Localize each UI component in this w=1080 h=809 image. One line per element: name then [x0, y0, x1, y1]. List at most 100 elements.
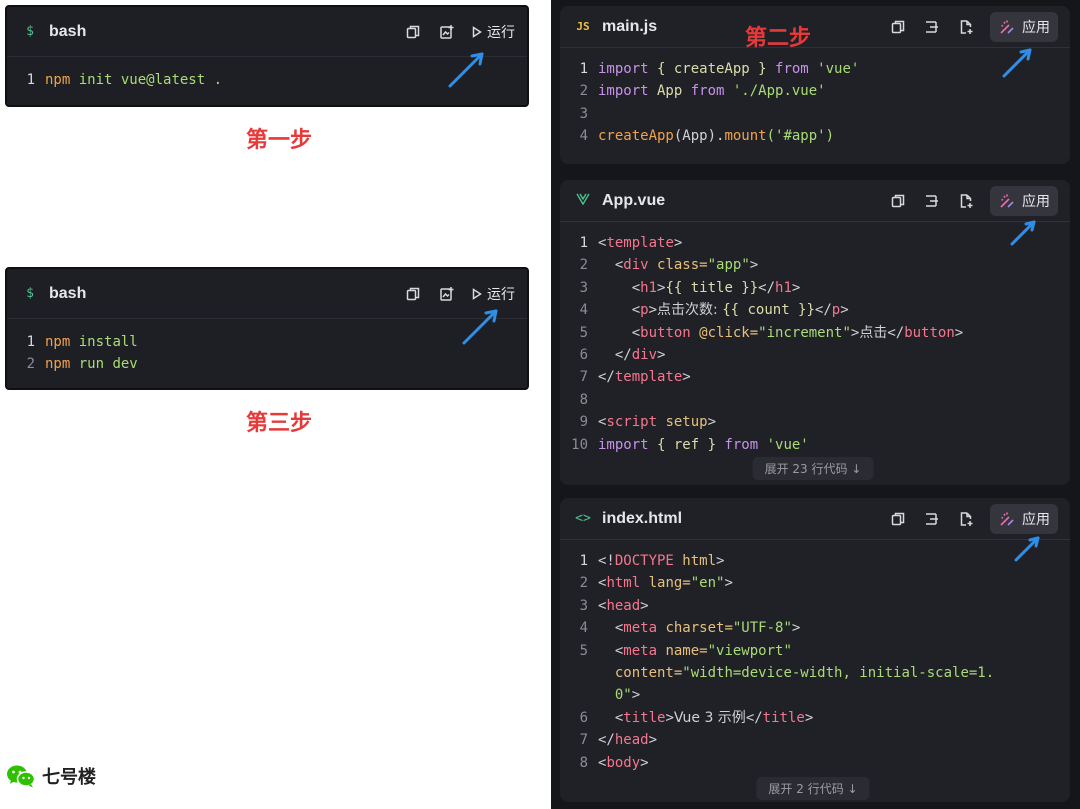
command: npm: [45, 356, 70, 372]
args: run dev: [70, 356, 137, 372]
code-title: main.js: [602, 18, 657, 36]
code-line: 5 <button @click="increment">点击</button>: [560, 322, 1070, 344]
code-card-indexhtml: <> index.html 应用 1<!DOCTYPE html> 2<html…: [560, 498, 1070, 802]
code-body: 1 npm install 2 npm run dev: [7, 319, 527, 376]
code-title: App.vue: [602, 192, 665, 210]
play-icon: [471, 288, 483, 300]
apply-button[interactable]: 应用: [990, 12, 1058, 42]
apply-button[interactable]: 应用: [990, 186, 1058, 216]
code-line: 1<template>: [560, 232, 1070, 254]
annotation-arrow-icon: [446, 48, 488, 90]
new-file-icon[interactable]: [956, 17, 976, 37]
step-label-2: 第二步: [745, 20, 811, 52]
step-label-1: 第一步: [246, 122, 312, 154]
annotation-arrow-icon: [1008, 216, 1040, 248]
code-line: 2 npm run dev: [7, 353, 527, 375]
args: install: [70, 334, 137, 350]
line-number: 2: [7, 353, 45, 375]
code-line: 9<script setup>: [560, 411, 1070, 433]
code-header: <> index.html 应用: [560, 498, 1070, 540]
javascript-icon: JS: [572, 20, 594, 33]
magic-wand-icon: [998, 510, 1016, 528]
run-label: 运行: [487, 22, 515, 42]
code-line: 4createApp(App).mount('#app'): [560, 125, 1070, 147]
expand-code-button[interactable]: 展开 23 行代码 ↓: [753, 457, 874, 480]
code-line: 2<html lang="en">: [560, 572, 1070, 594]
apply-label: 应用: [1022, 191, 1050, 211]
new-file-icon[interactable]: [956, 191, 976, 211]
dollar-icon: $: [19, 24, 41, 39]
code-line: 8: [560, 389, 1070, 411]
copy-icon[interactable]: [888, 17, 908, 37]
copy-icon[interactable]: [888, 191, 908, 211]
code-line: 7</head>: [560, 729, 1070, 751]
magic-wand-icon: [998, 192, 1016, 210]
code-body: 1<template> 2 <div class="app"> 3 <h1>{{…: [560, 222, 1070, 456]
code-line: 1 npm install: [7, 331, 527, 353]
magic-wand-icon: [998, 18, 1016, 36]
code-header: App.vue 应用: [560, 180, 1070, 222]
code-header: JS main.js 应用: [560, 6, 1070, 48]
line-number: 1: [7, 69, 45, 91]
new-file-icon[interactable]: [956, 509, 976, 529]
code-line-wrap: content="width=device-width, initial-sca…: [560, 662, 1070, 684]
code-line: 3: [560, 103, 1070, 125]
annotation-arrow-icon: [1000, 44, 1036, 80]
brand-footer: 七号楼: [6, 763, 96, 789]
code-line: 3<head>: [560, 595, 1070, 617]
vue-icon: [572, 193, 594, 209]
play-icon: [471, 26, 483, 38]
code-line: 2import App from './App.vue': [560, 80, 1070, 102]
annotation-arrow-icon: [1012, 532, 1044, 564]
code-title: bash: [49, 23, 86, 41]
line-number: 1: [7, 331, 45, 353]
code-line: 3 <h1>{{ title }}</h1>: [560, 277, 1070, 299]
toolbar: 运行: [403, 22, 515, 42]
insert-icon[interactable]: [922, 191, 942, 211]
insert-image-icon[interactable]: [437, 22, 457, 42]
copy-icon[interactable]: [888, 509, 908, 529]
toolbar: 运行: [403, 284, 515, 304]
code-line: 8<body>: [560, 752, 1070, 774]
code-line: 7</template>: [560, 366, 1070, 388]
code-line: 5 <meta name="viewport": [560, 640, 1070, 662]
toolbar: 应用: [888, 12, 1058, 42]
code-card-mainjs: JS main.js 应用 1import { createApp } from…: [560, 6, 1070, 164]
apply-label: 应用: [1022, 17, 1050, 37]
copy-icon[interactable]: [403, 284, 423, 304]
command: npm: [45, 334, 70, 350]
dollar-icon: $: [19, 286, 41, 301]
code-line: 1<!DOCTYPE html>: [560, 550, 1070, 572]
apply-label: 应用: [1022, 509, 1050, 529]
code-body: 1<!DOCTYPE html> 2<html lang="en"> 3<hea…: [560, 540, 1070, 774]
code-line: 2 <div class="app">: [560, 254, 1070, 276]
copy-icon[interactable]: [403, 22, 423, 42]
bash-header: $ bash 运行: [7, 269, 527, 319]
toolbar: 应用: [888, 504, 1058, 534]
code-title: index.html: [602, 510, 682, 528]
code-line: 4 <meta charset="UTF-8">: [560, 617, 1070, 639]
code-line: 6 </div>: [560, 344, 1070, 366]
args: init vue@latest .: [70, 72, 222, 88]
annotation-arrow-icon: [460, 305, 502, 347]
command: npm: [45, 72, 70, 88]
bash-panel-2: $ bash 运行 1 npm install 2 npm run dev: [5, 267, 529, 390]
code-line-wrap: 0">: [560, 684, 1070, 706]
expand-code-button[interactable]: 展开 2 行代码 ↓: [756, 777, 869, 800]
code-line: 4 <p>点击次数: {{ count }}</p>: [560, 299, 1070, 321]
wechat-icon: [6, 764, 36, 788]
insert-icon[interactable]: [922, 17, 942, 37]
run-button[interactable]: 运行: [471, 22, 515, 42]
insert-icon[interactable]: [922, 509, 942, 529]
code-line: 10import { ref } from 'vue': [560, 434, 1070, 456]
code-line: 1import { createApp } from 'vue': [560, 58, 1070, 80]
code-line: 6 <title>Vue 3 示例</title>: [560, 707, 1070, 729]
brand-name: 七号楼: [42, 763, 96, 789]
code-body: 1import { createApp } from 'vue' 2import…: [560, 48, 1070, 148]
insert-image-icon[interactable]: [437, 284, 457, 304]
apply-button[interactable]: 应用: [990, 504, 1058, 534]
run-label: 运行: [487, 284, 515, 304]
run-button[interactable]: 运行: [471, 284, 515, 304]
code-title: bash: [49, 285, 86, 303]
step-label-3: 第三步: [246, 405, 312, 437]
